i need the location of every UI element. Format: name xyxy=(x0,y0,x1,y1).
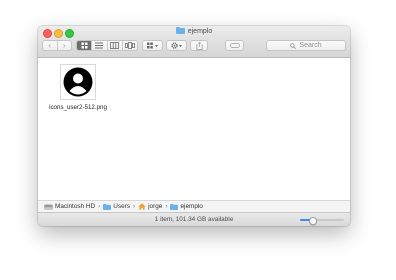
path-item-label: jorge xyxy=(148,203,163,210)
path-item-users[interactable]: Users xyxy=(103,203,130,210)
path-bar: Macintosh HD › Users › jorge › ejemplo xyxy=(38,200,350,212)
icon-size-slider[interactable] xyxy=(300,217,344,225)
folder-icon xyxy=(170,203,179,210)
file-name: icons_user2-512.png xyxy=(49,104,107,111)
action-button[interactable] xyxy=(166,40,187,51)
file-browser-area[interactable]: icons_user2-512.png xyxy=(38,58,350,194)
path-item-label: ejemplo xyxy=(180,203,203,210)
hard-drive-icon xyxy=(44,204,53,209)
arrange-button[interactable] xyxy=(142,40,163,51)
path-item-label: Users xyxy=(113,203,130,210)
cover-flow-view-icon xyxy=(124,42,135,49)
search-field[interactable]: Search xyxy=(266,40,346,51)
user-avatar-icon xyxy=(63,67,93,97)
share-button[interactable] xyxy=(190,40,208,51)
path-item-jorge[interactable]: jorge xyxy=(138,203,162,210)
path-separator: › xyxy=(132,203,136,210)
slider-thumb[interactable] xyxy=(308,217,317,225)
path-separator: › xyxy=(165,203,168,210)
file-thumbnail[interactable] xyxy=(60,64,96,100)
tag-icon xyxy=(229,43,240,48)
list-view-button[interactable] xyxy=(91,41,106,50)
path-item-macintosh-hd[interactable]: Macintosh HD xyxy=(44,203,95,210)
window-title-text: ejemplo xyxy=(187,28,213,35)
window-title: ejemplo xyxy=(38,27,350,38)
column-view-icon xyxy=(110,42,120,49)
path-separator: › xyxy=(98,203,101,210)
list-view-icon xyxy=(95,42,104,49)
folder-icon xyxy=(175,27,185,38)
home-icon xyxy=(138,203,146,210)
path-item-label: Macintosh HD xyxy=(55,203,96,210)
cover-flow-view-button[interactable] xyxy=(121,41,137,50)
search-placeholder: Search xyxy=(299,42,322,49)
status-bar: 1 item, 101.34 GB available xyxy=(38,212,350,226)
forward-button[interactable]: › xyxy=(56,41,72,50)
gear-icon xyxy=(170,42,182,49)
search-icon xyxy=(290,42,297,49)
icon-view-button[interactable] xyxy=(77,41,92,50)
file-item[interactable]: icons_user2-512.png xyxy=(44,64,112,112)
folder-icon xyxy=(103,203,112,210)
path-item-ejemplo[interactable]: ejemplo xyxy=(170,203,203,210)
column-view-button[interactable] xyxy=(106,41,122,50)
share-icon xyxy=(195,41,203,50)
back-forward-group: ‹ › xyxy=(42,40,72,51)
finder-window: ejemplo ‹ › Search icons_user2-512.png M… xyxy=(38,26,350,226)
back-button[interactable]: ‹ xyxy=(43,41,57,50)
view-mode-group xyxy=(76,40,138,51)
arrange-grid-icon xyxy=(146,42,158,49)
tags-button[interactable] xyxy=(225,40,244,51)
title-bar: ejemplo ‹ › Search xyxy=(38,26,350,58)
icon-view-icon xyxy=(81,42,88,49)
